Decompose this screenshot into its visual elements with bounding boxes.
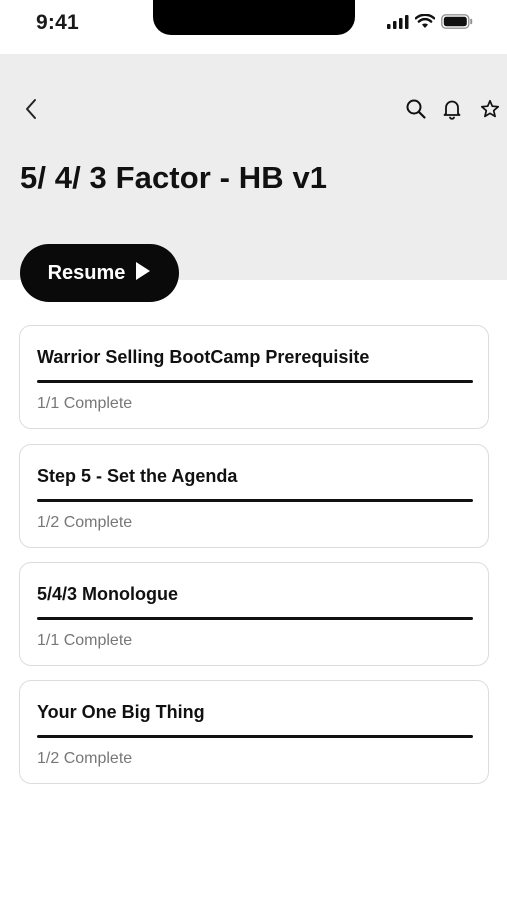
resume-button[interactable]: Resume xyxy=(20,244,179,302)
step-status: 1/1 Complete xyxy=(37,395,133,412)
step-progress-bar xyxy=(37,380,473,383)
page-title: 5/ 4/ 3 Factor - HB v1 xyxy=(20,160,328,195)
step-title: 5/4/3 Monologue xyxy=(37,584,179,604)
step-progress-bar xyxy=(37,735,473,738)
step-card[interactable]: Step 5 - Set the Agenda 1/2 Complete xyxy=(19,444,489,548)
bell-icon xyxy=(441,98,463,125)
search-icon xyxy=(405,98,427,125)
wifi-icon xyxy=(415,14,435,29)
step-progress-bar xyxy=(37,499,473,502)
step-card[interactable]: 5/4/3 Monologue 1/1 Complete xyxy=(19,562,489,666)
step-title: Step 5 - Set the Agenda xyxy=(37,466,238,486)
step-progress-fill xyxy=(37,617,473,620)
back-button[interactable] xyxy=(18,98,44,124)
resume-button-label: Resume xyxy=(47,261,126,284)
step-title: Your One Big Thing xyxy=(37,702,205,722)
signal-icon xyxy=(387,14,409,29)
step-card[interactable]: Warrior Selling BootCamp Prerequisite 1/… xyxy=(19,325,489,429)
step-title: Warrior Selling BootCamp Prerequisite xyxy=(37,347,370,367)
step-status: 1/2 Complete xyxy=(37,750,133,767)
status-icons xyxy=(387,14,473,29)
step-status: 1/1 Complete xyxy=(37,632,133,649)
notifications-button[interactable] xyxy=(439,98,465,124)
search-button[interactable] xyxy=(403,98,429,124)
favorite-button[interactable] xyxy=(477,98,503,124)
step-progress-bar xyxy=(37,617,473,620)
status-bar: 9:41 xyxy=(0,0,507,54)
device-notch xyxy=(153,0,355,35)
star-icon xyxy=(480,99,500,124)
step-status: 1/2 Complete xyxy=(37,514,133,531)
status-time: 9:41 xyxy=(36,11,79,34)
battery-icon xyxy=(441,14,473,29)
step-progress-fill xyxy=(37,735,473,738)
step-progress-fill xyxy=(37,499,473,502)
step-card[interactable]: Your One Big Thing 1/2 Complete xyxy=(19,680,489,784)
play-icon xyxy=(135,261,151,286)
step-progress-fill xyxy=(37,380,473,383)
back-icon xyxy=(24,98,38,125)
